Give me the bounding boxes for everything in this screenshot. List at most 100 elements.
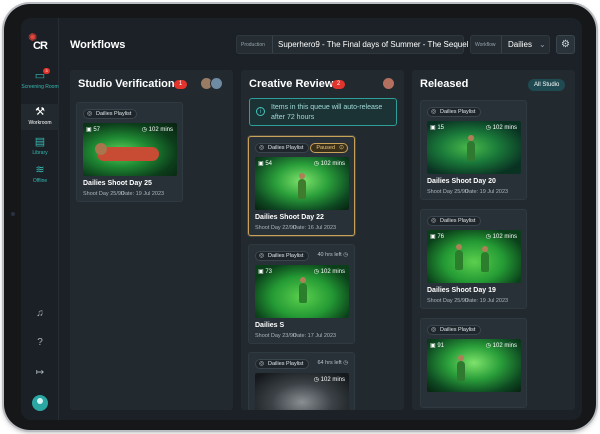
playlist-card[interactable]: Dailies Playlist Paused ▣ 54 ◷ 102 mins … xyxy=(248,136,355,236)
sidebar-item-screening-room[interactable]: ▭ 3 Screening Room xyxy=(21,68,59,100)
duration: ◷ 102 mins xyxy=(485,343,517,349)
paused-badge: Paused xyxy=(310,143,348,153)
duration: ◷ 102 mins xyxy=(485,125,517,131)
clock-icon: ◷ xyxy=(343,252,348,258)
clock-icon: ◷ xyxy=(343,360,348,366)
column-creative-review: Creative Review 2 i Items in this queue … xyxy=(241,70,404,410)
app-logo: ✺ CR xyxy=(28,33,52,53)
duration: ◷ 102 mins xyxy=(141,127,173,133)
sidebar-item-label: Offline xyxy=(32,178,48,184)
column-title: Creative Review xyxy=(249,78,334,90)
card-title: Dailies Shoot Day 20 xyxy=(427,178,496,185)
shoot-day: Shoot Day 23/90 xyxy=(255,333,296,339)
shoot-date: Date: 17 Jul 2023 xyxy=(293,333,337,339)
column-count-badge: 1 xyxy=(174,80,187,89)
chevron-down-icon: ⌄ xyxy=(539,40,546,49)
gear-icon: ⚙ xyxy=(561,39,570,50)
screening-badge: 3 xyxy=(43,68,50,74)
duration: ◷ 102 mins xyxy=(485,234,517,240)
shoot-date: Date: 19 Jul 2023 xyxy=(465,298,509,304)
info-icon: i xyxy=(256,107,265,116)
shot-count: ▣ 54 xyxy=(258,161,273,167)
shoot-date: Date: 19 Jul 2023 xyxy=(121,191,165,197)
workflow-label: Workflow xyxy=(475,42,496,48)
shot-count: ▣ 57 xyxy=(86,127,101,133)
shoot-day: Shoot Day 22/90 xyxy=(255,225,296,231)
sidebar-item-label: Workroom xyxy=(28,120,52,126)
bell-icon[interactable]: ♫ xyxy=(21,308,59,319)
production-select[interactable]: Production Superhero9 - The Final days o… xyxy=(236,35,468,54)
playlist-card[interactable]: Dailies Playlist ▣ 15 ◷ 102 mins Dailies… xyxy=(420,100,527,200)
column-studio-verification: Studio Verification 1 Dailies Playlist ▣… xyxy=(70,70,233,410)
card-title: Dailies Shoot Day 22 xyxy=(255,214,324,221)
chevron-down-icon: ⌄ xyxy=(453,40,460,49)
playlist-tag: Dailies Playlist xyxy=(83,109,138,119)
shot-count: ▣ 15 xyxy=(430,125,445,131)
duration: ◷ 102 mins xyxy=(313,269,345,275)
sidebar-item-workroom[interactable]: ⚒ Workroom xyxy=(21,104,59,130)
production-value: Superhero9 - The Final days of Summer - … xyxy=(278,40,469,49)
thumbnail: ▣ 54 ◷ 102 mins xyxy=(255,157,349,210)
shoot-day: Shoot Day 25/90 xyxy=(427,298,468,304)
thumbnail: ▣ 73 ◷ 102 mins xyxy=(255,265,349,318)
sidebar-item-label: Screening Room xyxy=(21,84,59,90)
sidebar-item-library[interactable]: ▤ Library xyxy=(21,136,59,158)
thumbnail: ◷ 102 mins xyxy=(255,373,349,410)
playlist-card[interactable]: Dailies Playlist ▣ 57 ◷ 102 mins Dailies… xyxy=(76,102,183,202)
playlist-tag: Dailies Playlist xyxy=(255,359,310,369)
duration: ◷ 102 mins xyxy=(313,377,345,383)
tablet-frame: ✺ CR ▭ 3 Screening Room ⚒ Workroom ▤ Lib… xyxy=(4,4,596,430)
shoot-day: Shoot Day 25/90 xyxy=(83,191,124,197)
reviewer-avatar xyxy=(210,77,223,90)
sidebar: ✺ CR ▭ 3 Screening Room ⚒ Workroom ▤ Lib… xyxy=(21,18,59,420)
sidebar-item-label: Library xyxy=(32,150,48,156)
logout-icon[interactable]: ↦ xyxy=(21,367,59,378)
playlist-tag: Dailies Playlist xyxy=(255,143,310,153)
shot-count: ▣ 73 xyxy=(258,269,273,275)
duration: ◷ 102 mins xyxy=(313,161,345,167)
playlist-tag: Dailies Playlist xyxy=(255,251,310,261)
all-studio-filter[interactable]: All Studio xyxy=(528,79,566,91)
production-label: Production xyxy=(241,42,265,48)
thumbnail: ▣ 76 ◷ 102 mins xyxy=(427,230,521,283)
column-released: Released All Studio Dailies Playlist ▣ 1… xyxy=(412,70,575,410)
playlist-tag: Dailies Playlist xyxy=(427,107,482,117)
time-left: 40 hrs left ◷ xyxy=(317,252,349,258)
playlist-tag: Dailies Playlist xyxy=(427,216,482,226)
column-title: Released xyxy=(420,78,469,90)
card-title: Dailies Shoot Day 19 xyxy=(427,287,496,294)
notice-text: Items in this queue will auto-release af… xyxy=(271,104,383,121)
offline-icon: ≋ xyxy=(35,164,45,176)
workflow-value: Dailies xyxy=(508,40,533,49)
time-left: 64 hrs left ◷ xyxy=(317,360,349,366)
column-title: Studio Verification xyxy=(78,78,175,90)
playlist-tag: Dailies Playlist xyxy=(427,325,482,335)
card-title: Dailies Shoot Day 25 xyxy=(83,180,152,187)
workroom-icon: ⚒ xyxy=(35,106,45,118)
shot-count: ▣ 76 xyxy=(430,234,445,240)
workflow-select[interactable]: Workflow Dailies ⌄ xyxy=(470,35,550,54)
playlist-card[interactable]: Dailies Playlist 64 hrs left ◷ ◷ 102 min… xyxy=(248,352,355,410)
shoot-date: Date: 16 Jul 2023 xyxy=(293,225,337,231)
sidebar-item-offline[interactable]: ≋ Offline xyxy=(21,164,59,186)
reviewer-avatar xyxy=(382,77,395,90)
playlist-card[interactable]: Dailies Playlist 40 hrs left ◷ ▣ 73 ◷ 10… xyxy=(248,244,355,344)
playlist-card[interactable]: Dailies Playlist ▣ 76 ◷ 102 mins Dailies… xyxy=(420,209,527,309)
shot-count: ▣ 91 xyxy=(430,343,445,349)
user-avatar[interactable] xyxy=(32,395,48,411)
auto-release-notice: i Items in this queue will auto-release … xyxy=(249,98,397,126)
thumbnail: ▣ 57 ◷ 102 mins xyxy=(83,123,177,176)
card-title: Dailies S xyxy=(255,322,285,329)
column-count-badge: 2 xyxy=(332,80,345,89)
playlist-card[interactable]: Dailies Playlist ▣ 91 ◷ 102 mins xyxy=(420,318,527,408)
camera-dot xyxy=(11,212,15,216)
settings-button[interactable]: ⚙ xyxy=(556,35,575,54)
thumbnail: ▣ 91 ◷ 102 mins xyxy=(427,339,521,392)
thumbnail: ▣ 15 ◷ 102 mins xyxy=(427,121,521,174)
logo-text: CR xyxy=(33,40,48,52)
help-icon[interactable]: ? xyxy=(21,337,59,348)
library-icon: ▤ xyxy=(34,136,46,148)
shoot-day: Shoot Day 25/90 xyxy=(427,189,468,195)
app-screen: ✺ CR ▭ 3 Screening Room ⚒ Workroom ▤ Lib… xyxy=(21,18,582,420)
page-title: Workflows xyxy=(70,39,126,51)
